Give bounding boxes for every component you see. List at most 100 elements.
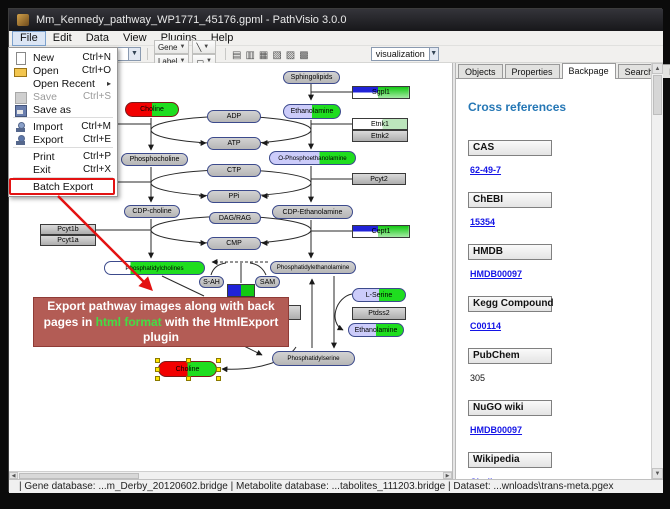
scrollbar-thumb[interactable] [653,75,662,115]
menu-edit[interactable]: Edit [46,31,79,46]
metabolite-node-phosphatidylethanolamine[interactable]: Phosphatidylethanolamine [270,261,356,274]
annotation-highlight-text: html format [96,315,162,329]
file-menu-item-save[interactable]: SaveCtrl+S [9,90,117,103]
metabolite-node-cmp[interactable]: CMP [207,237,261,250]
metabolite-node-ctp[interactable]: CTP [207,164,261,177]
cross-reference-link[interactable]: 15354 [470,217,495,227]
metabolite-node-adp[interactable]: ADP [207,110,261,123]
tab-properties[interactable]: Properties [505,64,560,78]
selection-handle[interactable] [186,376,191,381]
scroll-up-icon[interactable]: ▲ [652,63,663,74]
node-label: Pcyt2 [370,176,388,183]
metabolite-node-choline-top[interactable]: Choline [125,102,179,117]
chevron-down-icon[interactable]: ▼ [128,48,140,60]
file-menu-item-new[interactable]: NewCtrl+N [9,51,117,64]
gene-tool-button[interactable]: Gene▼ [154,40,190,54]
node-label: PPi [229,193,240,200]
menu-file[interactable]: File [12,31,46,46]
line-tool-icon[interactable]: ╲▼ [192,40,216,54]
scroll-left-icon[interactable]: ◀ [9,472,18,479]
gene-node-pcyt1a[interactable]: Pcyt1a [40,235,96,246]
metabolite-node-sphingolipids[interactable]: Sphingolipids [283,71,340,84]
gene-node-pcyt1b[interactable]: Pcyt1b [40,224,96,235]
metabolite-node-atp[interactable]: ATP [207,137,261,150]
node-label: Ethanolamine [291,108,334,115]
tab-legend[interactable]: Legend [662,64,670,78]
visualization-value: visualization [372,49,429,59]
distribute-vertical-icon[interactable]: ▧ [272,50,281,61]
cross-reference-link[interactable]: HMDB00097 [470,269,522,279]
tab-backpage[interactable]: Backpage [562,63,616,79]
common-height-icon[interactable]: ▩ [299,50,308,61]
metabolite-node-ppi[interactable]: PPi [207,190,261,203]
backpage-section-pubchem: PubChem305 [468,348,651,386]
selection-handle[interactable] [155,376,160,381]
metabolite-node-choline-selected[interactable]: Choline [158,361,217,377]
metabolite-node-cdp-choline[interactable]: CDP-choline [124,205,180,218]
file-menu-item-print[interactable]: PrintCtrl+P [9,150,117,163]
menu-data[interactable]: Data [79,31,116,46]
cross-reference-link[interactable]: HMDB00097 [470,425,522,435]
metabolite-node-ethanolamine-top[interactable]: Ethanolamine [283,104,341,119]
selection-handle[interactable] [155,358,160,363]
gene-node-cept1[interactable]: Cept1 [352,225,410,238]
align-vertical-center-icon[interactable]: ▥ [245,50,254,61]
file-menu-item-label: Print [33,151,83,163]
selection-handle[interactable] [216,358,221,363]
visualization-combobox[interactable]: visualization ▼ [371,47,439,61]
menu-view[interactable]: View [116,31,154,46]
shortcut-label: Ctrl+E [83,134,111,145]
distribute-horizontal-icon[interactable]: ▦ [259,50,268,61]
scroll-right-icon[interactable]: ▶ [443,472,452,479]
gene-node-pemt-partial[interactable] [227,284,255,297]
metabolite-node-dag-rag[interactable]: DAG/RAG [209,212,261,224]
file-menu-item-label: Exit [33,164,83,176]
metabolite-node-phosphatidylserine[interactable]: Phosphatidylserine [272,351,355,366]
gene-node-ptdss2[interactable]: Ptdss2 [352,307,406,320]
node-label: Phosphatidylethanolamine [277,264,350,271]
shortcut-label: Ctrl+P [83,151,111,162]
scroll-down-icon[interactable]: ▼ [652,468,663,479]
status-bar: | Gene database: ...m_Derby_20120602.bri… [9,479,663,493]
gene-node-sgpl1[interactable]: Sgpl1 [352,86,410,99]
section-title: Kegg Compound [468,296,552,312]
file-menu-item-save-as[interactable]: Save as [9,103,117,116]
node-label: Pcyt1a [57,237,78,244]
metabolite-node-phosphocholine[interactable]: Phosphocholine [121,153,188,166]
new-file-icon [14,52,27,64]
shortcut-label: Ctrl+N [82,52,111,63]
file-menu-item-export[interactable]: ExportCtrl+E [9,133,117,146]
node-label: O-Phosphoethanolamine [278,155,346,162]
file-menu-item-open[interactable]: OpenCtrl+O [9,64,117,77]
window-title: Mm_Kennedy_pathway_WP1771_45176.gpml - P… [36,14,346,26]
file-menu-item-exit[interactable]: ExitCtrl+X [9,163,117,176]
selection-handle[interactable] [216,376,221,381]
cross-reference-link[interactable]: 62-49-7 [470,165,501,175]
metabolite-node-l-serine[interactable]: L-Serine [352,288,406,302]
node-label: Cept1 [372,228,391,235]
section-title: Wikipedia [468,452,552,468]
horizontal-scrollbar[interactable]: ◀ ▶ [9,471,452,479]
file-menu-item-open-recent[interactable]: Open Recent▸ [9,77,117,90]
metabolite-node-sam[interactable]: SAM [255,276,280,288]
gene-node-pcyt2[interactable]: Pcyt2 [352,173,406,185]
selection-handle[interactable] [186,358,191,363]
common-width-icon[interactable]: ▨ [286,50,295,61]
gene-node-etnk2[interactable]: Etnk2 [352,130,408,142]
selection-handle[interactable] [216,367,221,372]
metabolite-node-cdp-ethanolamine[interactable]: CDP-Ethanolamine [272,205,353,219]
import-icon [14,121,27,133]
cross-reference-link[interactable]: C00114 [470,321,501,331]
tab-objects[interactable]: Objects [458,64,503,78]
selection-handle[interactable] [155,367,160,372]
align-horizontal-center-icon[interactable]: ▤ [232,50,241,61]
metabolite-node-phosphatidylcholines[interactable]: Phosphatidylcholines [104,261,205,275]
metabolite-node-s-ah[interactable]: S-AH [199,276,224,288]
metabolite-node-ethanolamine-bottom[interactable]: Ethanolamine [348,323,404,337]
chevron-down-icon[interactable]: ▼ [429,48,438,60]
vertical-scrollbar[interactable]: ▲ ▼ [651,63,663,479]
metabolite-node-o-phosphoethanolamine[interactable]: O-Phosphoethanolamine [269,151,356,165]
file-menu-item-import[interactable]: ImportCtrl+M [9,120,117,133]
node-label: Sgpl1 [372,89,390,96]
gene-node-etnk1[interactable]: Etnk1 [352,118,408,130]
